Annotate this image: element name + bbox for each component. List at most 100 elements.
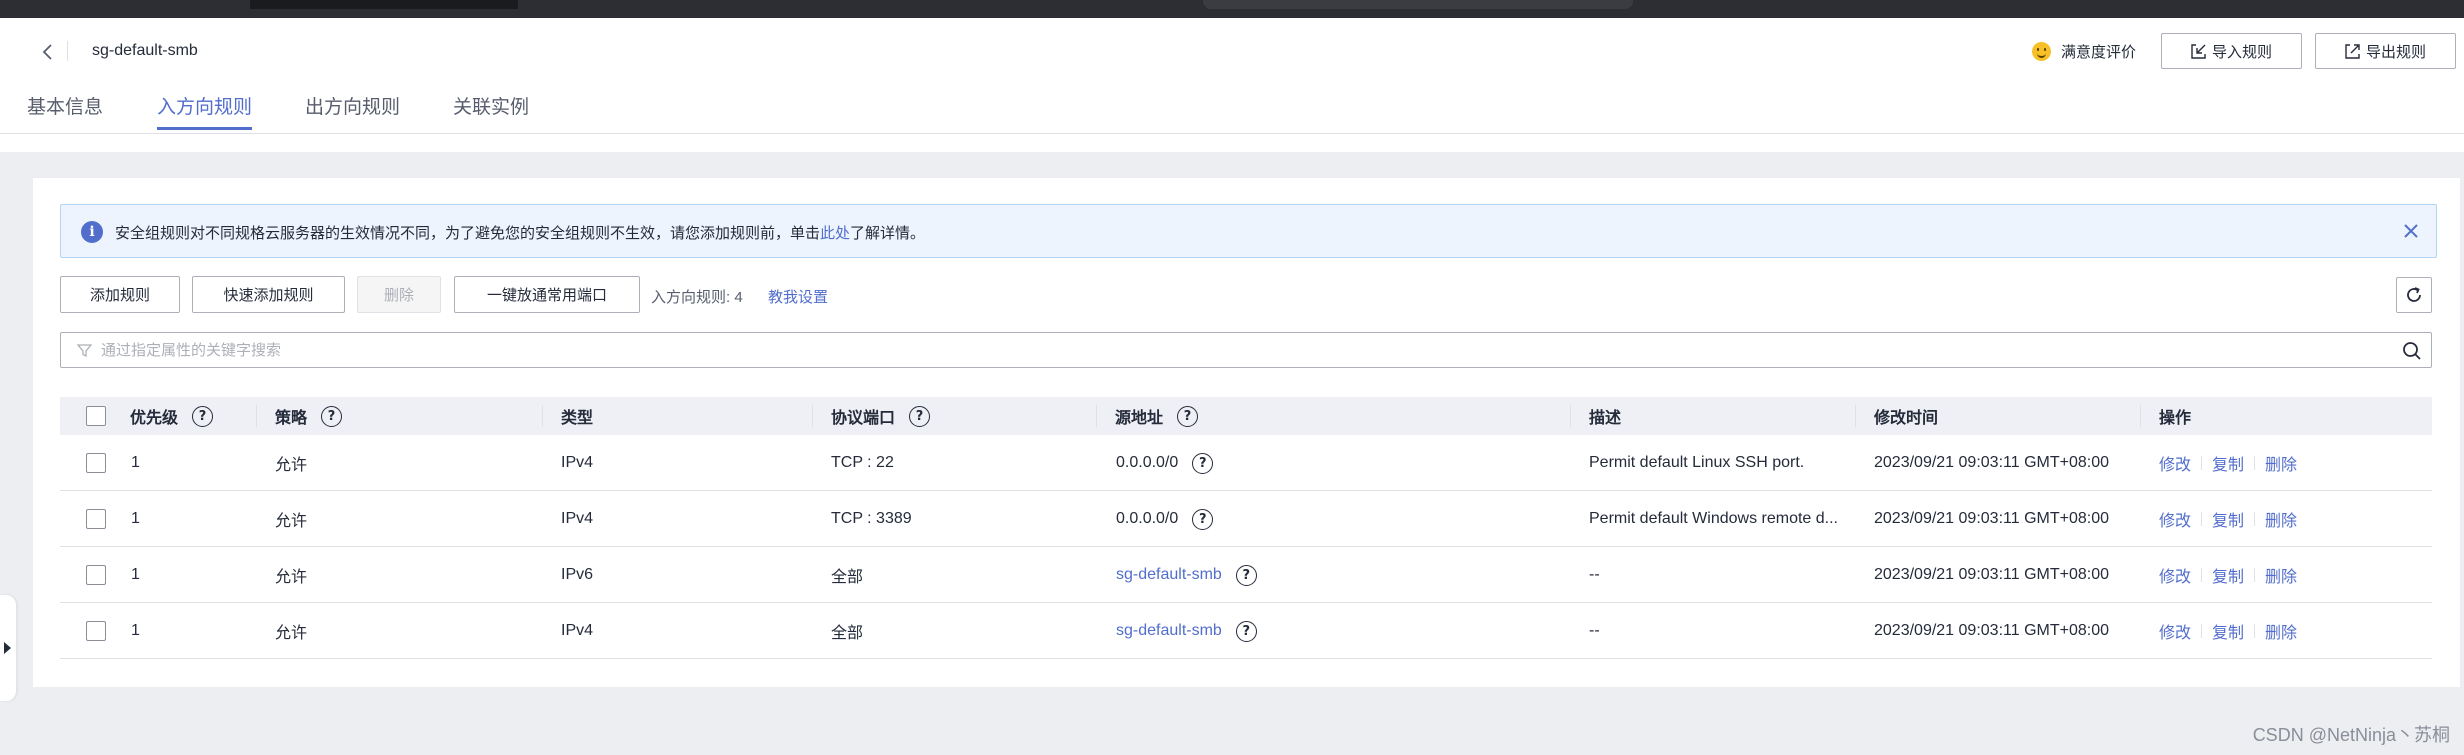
cell-modified-time: 2023/09/21 09:03:11 GMT+08:00 — [1874, 566, 2109, 583]
action-separator — [2254, 624, 2256, 638]
edit-link[interactable]: 修改 — [2159, 563, 2191, 587]
delete-link[interactable]: 删除 — [2265, 507, 2297, 531]
tab-associated-instances[interactable]: 关联实例 — [453, 92, 529, 119]
watermark: CSDN @NetNinja丶苏桐 — [2252, 725, 2450, 745]
row-checkbox[interactable] — [86, 509, 106, 529]
cell-description: -- — [1589, 622, 1600, 639]
add-rule-button[interactable]: 添加规则 — [60, 276, 180, 313]
cell-type: IPv4 — [561, 622, 594, 639]
copy-link[interactable]: 复制 — [2212, 619, 2244, 643]
help-icon[interactable]: ? — [192, 405, 214, 427]
cell-source: sg-default-smb? — [1116, 603, 1257, 659]
row-select-cell — [86, 547, 106, 603]
cell-description: Permit default Windows remote d... — [1589, 491, 1838, 547]
row-checkbox[interactable] — [86, 453, 106, 473]
alert-details-link[interactable]: 此处 — [820, 225, 850, 242]
cell-description: -- — [1589, 566, 1600, 583]
help-icon[interactable]: ? — [909, 405, 931, 427]
help-icon[interactable]: ? — [321, 405, 343, 427]
tab-inbound-rules[interactable]: 入方向规则 — [157, 92, 252, 119]
cell-type: IPv4 — [561, 454, 594, 471]
close-alert-button[interactable] — [2400, 220, 2422, 242]
table-header: 优先级? 策略? 类型 协议端口? 源地址? 描述 修改时间 操作 — [60, 397, 2432, 435]
satisfaction-button[interactable]: 满意度评价 — [2032, 39, 2136, 63]
cell-protocol-port: 全部 — [831, 625, 864, 642]
header-description: 描述 — [1589, 410, 1622, 427]
header-policy: 策略? — [275, 397, 343, 435]
source-security-group-link[interactable]: sg-default-smb — [1116, 622, 1222, 640]
copy-link[interactable]: 复制 — [2212, 451, 2244, 475]
back-button[interactable] — [36, 40, 60, 64]
header-protocol-port: 协议端口? — [831, 397, 931, 435]
cell-priority: 1 — [131, 622, 140, 639]
active-tab-indicator — [157, 127, 252, 130]
copy-link[interactable]: 复制 — [2212, 563, 2244, 587]
action-separator — [2254, 512, 2256, 526]
search-input[interactable] — [101, 333, 2381, 367]
import-rules-button[interactable]: 导入规则 — [2161, 33, 2302, 69]
delete-button[interactable]: 删除 — [357, 276, 441, 313]
sidebar-expand-handle[interactable] — [0, 595, 16, 701]
alert-text-before: 安全组规则对不同规格云服务器的生效情况不同，为了避免您的安全组规则不生效，请您添… — [115, 225, 821, 242]
help-icon[interactable]: ? — [1235, 564, 1257, 586]
refresh-button[interactable] — [2396, 277, 2432, 313]
help-icon[interactable]: ? — [1192, 452, 1214, 474]
header-modified-time: 修改时间 — [1874, 410, 1939, 427]
quick-add-rule-button[interactable]: 快速添加规则 — [192, 276, 345, 313]
delete-link[interactable]: 删除 — [2265, 563, 2297, 587]
source-security-group-link[interactable]: sg-default-smb — [1116, 566, 1222, 584]
tab-outbound-rules[interactable]: 出方向规则 — [305, 92, 400, 119]
cell-actions: 修改 复制 删除 — [2159, 491, 2297, 547]
tab-basic-info[interactable]: 基本信息 — [27, 92, 103, 119]
export-rules-button[interactable]: 导出规则 — [2315, 33, 2456, 69]
header-policy-label: 策略 — [275, 410, 308, 427]
row-select-cell — [86, 435, 106, 491]
cell-priority: 1 — [131, 566, 140, 583]
row-checkbox[interactable] — [86, 565, 106, 585]
cell-priority: 1 — [131, 510, 140, 527]
edit-link[interactable]: 修改 — [2159, 451, 2191, 475]
export-icon — [2345, 43, 2360, 59]
open-common-ports-button[interactable]: 一键放通常用端口 — [454, 276, 640, 313]
cell-actions: 修改 复制 删除 — [2159, 603, 2297, 659]
rule-count: 入方向规则: 4 — [651, 289, 743, 306]
column-separator — [1570, 405, 1571, 427]
table-row: 1 允许 IPv4 TCP : 22 0.0.0.0/0? Permit def… — [60, 435, 2432, 491]
teach-me-link[interactable]: 教我设置 — [768, 286, 828, 307]
column-separator — [542, 405, 543, 427]
cell-policy: 允许 — [275, 457, 308, 474]
browser-top-strip — [0, 0, 2464, 18]
table-row: 1 允许 IPv4 全部 sg-default-smb? -- 2023/09/… — [60, 603, 2432, 659]
header-source-label: 源地址 — [1115, 410, 1164, 427]
row-checkbox[interactable] — [86, 621, 106, 641]
edit-link[interactable]: 修改 — [2159, 619, 2191, 643]
cell-modified-time: 2023/09/21 09:03:11 GMT+08:00 — [1874, 622, 2109, 639]
cell-description: Permit default Linux SSH port. — [1589, 435, 1804, 491]
help-icon[interactable]: ? — [1192, 508, 1214, 530]
cell-source: 0.0.0.0/0? — [1116, 435, 1214, 491]
select-all-checkbox[interactable] — [86, 406, 106, 426]
alert-text-after: 了解详情。 — [850, 225, 926, 242]
copy-link[interactable]: 复制 — [2212, 507, 2244, 531]
search-icon[interactable] — [2401, 340, 2423, 362]
help-icon[interactable]: ? — [1235, 620, 1257, 642]
page-title: sg-default-smb — [92, 42, 198, 59]
cell-protocol-port: TCP : 3389 — [831, 510, 912, 527]
action-separator — [2254, 456, 2256, 470]
cell-priority: 1 — [131, 454, 140, 471]
satisfaction-label: 满意度评价 — [2061, 43, 2137, 61]
cell-protocol-port: TCP : 22 — [831, 454, 894, 471]
edit-link[interactable]: 修改 — [2159, 507, 2191, 531]
source-value: 0.0.0.0/0 — [1116, 454, 1179, 471]
smiley-icon — [2032, 41, 2051, 61]
info-icon: i — [81, 221, 103, 243]
tab-bar: 基本信息 入方向规则 出方向规则 关联实例 — [0, 86, 2464, 134]
delete-link[interactable]: 删除 — [2265, 451, 2297, 475]
delete-link[interactable]: 删除 — [2265, 619, 2297, 643]
action-separator — [2201, 512, 2203, 526]
description-text: Permit default Linux SSH port. — [1589, 454, 1805, 471]
header-actions: 操作 — [2159, 410, 2192, 427]
help-icon[interactable]: ? — [1177, 405, 1199, 427]
cell-type: IPv6 — [561, 566, 594, 583]
row-select-cell — [86, 491, 106, 547]
